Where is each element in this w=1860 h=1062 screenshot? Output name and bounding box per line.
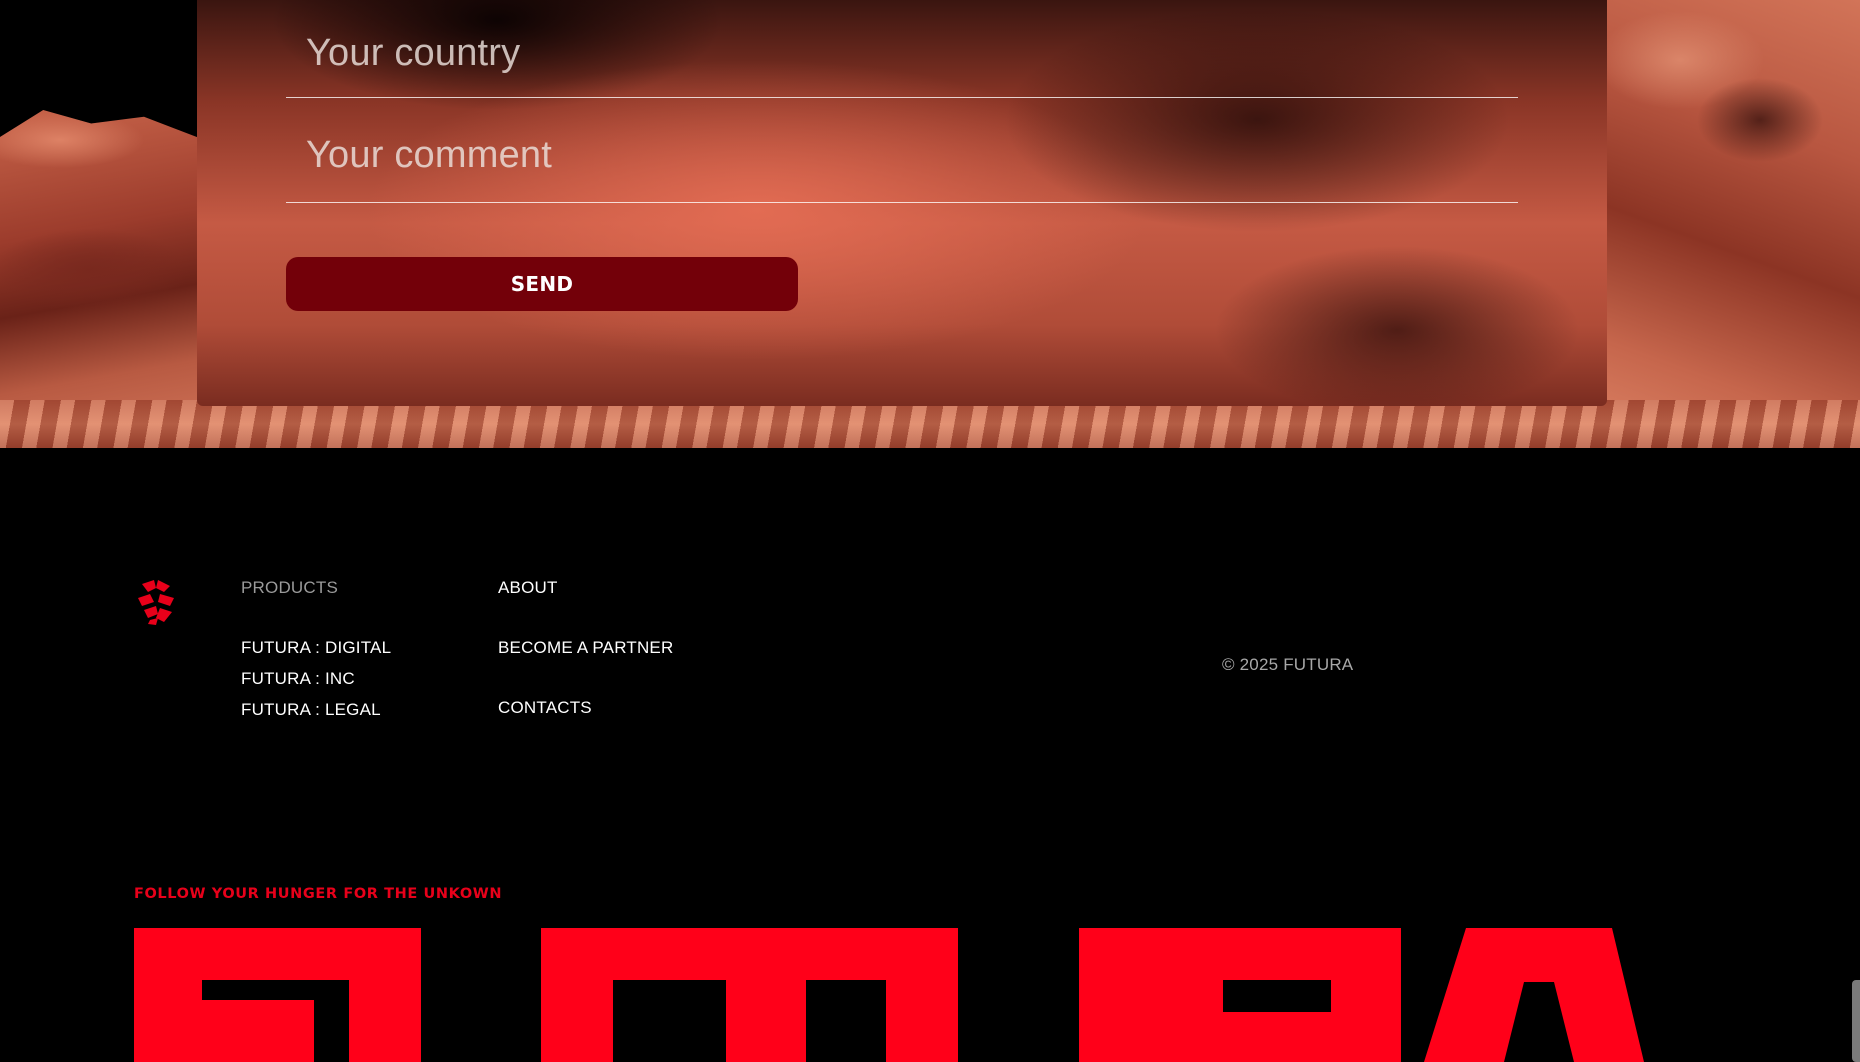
scrollbar-thumb[interactable]: [1852, 980, 1860, 1062]
product-link-inc[interactable]: FUTURA : INC: [241, 669, 355, 689]
product-link-legal[interactable]: FUTURA : LEGAL: [241, 700, 381, 720]
send-button[interactable]: SEND: [286, 257, 798, 311]
futura-wordmark: [134, 928, 1644, 1062]
country-field-placeholder: Your country: [306, 32, 521, 74]
futura-logo-icon[interactable]: [134, 578, 180, 626]
comment-field[interactable]: Your comment: [286, 104, 1518, 203]
about-link[interactable]: ABOUT: [498, 578, 558, 598]
product-link-digital[interactable]: FUTURA : DIGITAL: [241, 638, 391, 658]
contact-form-section: Your country Your comment SEND: [0, 0, 1860, 448]
terrain-background-right: [1600, 0, 1860, 448]
copyright-text: © 2025 FUTURA: [1222, 655, 1354, 674]
tagline: FOLLOW YOUR HUNGER FOR THE UNKOWN: [134, 886, 503, 902]
become-partner-link[interactable]: BECOME A PARTNER: [498, 638, 673, 658]
products-heading: PRODUCTS: [241, 578, 338, 597]
terrain-background-bottom: [0, 400, 1860, 448]
comment-field-placeholder: Your comment: [306, 134, 553, 176]
country-field[interactable]: Your country: [286, 0, 1518, 98]
contacts-link[interactable]: CONTACTS: [498, 698, 592, 718]
